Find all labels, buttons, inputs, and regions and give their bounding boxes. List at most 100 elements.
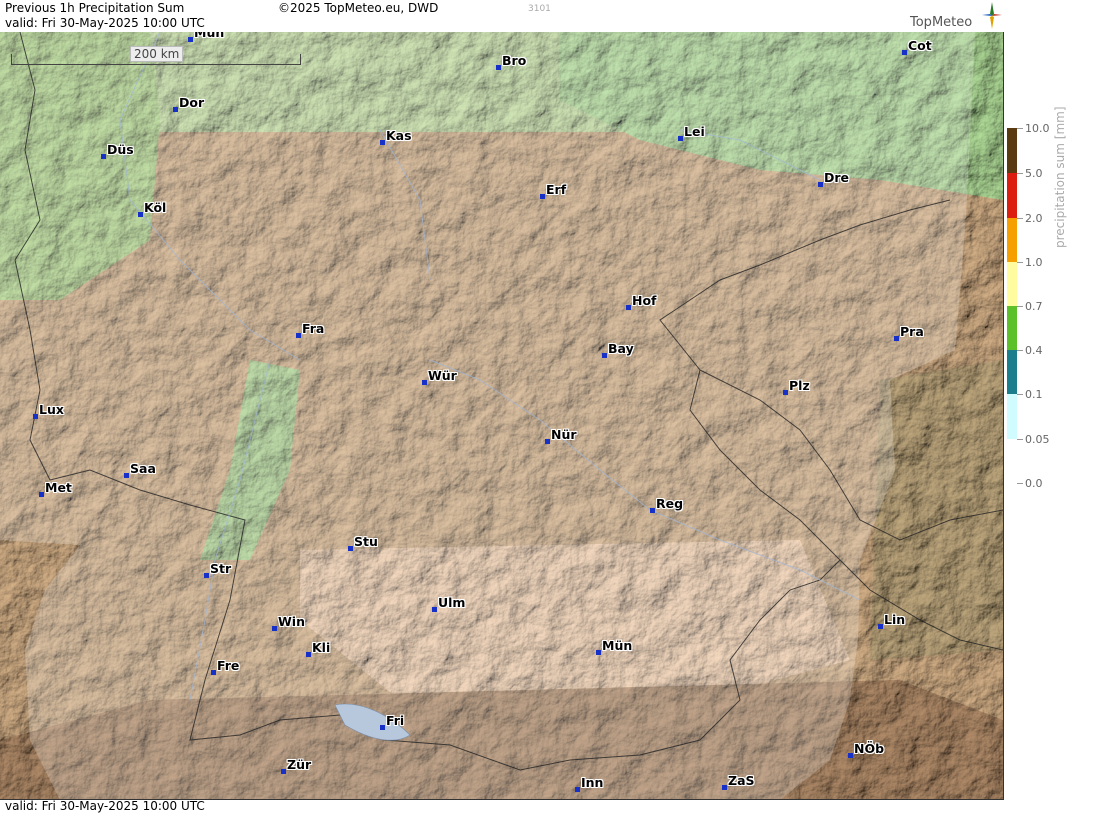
city-marker-reg — [650, 508, 655, 513]
legend-swatch-2 — [1007, 218, 1017, 262]
city-marker-mun — [596, 650, 601, 655]
city-label-erf: Erf — [546, 182, 567, 197]
valid-time: valid: Fri 30-May-2025 10:00 UTC — [5, 16, 205, 30]
legend-label-0: 10.0 — [1025, 122, 1050, 135]
city-label-stu: Stu — [354, 534, 378, 549]
city-label-nur: Nür — [551, 427, 577, 442]
city-label-kas: Kas — [386, 128, 412, 143]
legend-title: precipitation sum [mm] — [1053, 106, 1067, 248]
city-label-saa: Saa — [130, 461, 156, 476]
city-label-dor: Dor — [179, 95, 205, 110]
city-marker-lei — [678, 136, 683, 141]
city-marker-str — [204, 573, 209, 578]
legend-tick-6 — [1017, 394, 1023, 395]
brand-name: TopMeteo — [910, 15, 973, 30]
city-label-met: Met — [45, 480, 72, 495]
legend-swatch-1 — [1007, 173, 1017, 218]
city-label-lei: Lei — [684, 124, 705, 139]
city-marker-mun-top — [188, 37, 193, 42]
city-label-kol: Köl — [144, 200, 167, 215]
legend-label-2: 2.0 — [1025, 212, 1043, 225]
city-label-zas: ZaS — [728, 773, 755, 788]
map-title: Previous 1h Precipitation Sum — [5, 1, 185, 15]
city-marker-hof — [626, 305, 631, 310]
city-label-inn: Inn — [581, 775, 604, 790]
legend-label-7: 0.05 — [1025, 433, 1050, 446]
city-label-mun: Mün — [602, 638, 633, 653]
legend-label-4: 0.7 — [1025, 300, 1043, 313]
map-code: 3101 — [528, 4, 551, 14]
city-label-mun-top: Mün — [194, 32, 225, 40]
city-marker-kli — [306, 652, 311, 657]
footer-valid-time: valid: Fri 30-May-2025 10:00 UTC — [5, 799, 205, 813]
scale-label: 200 km — [130, 46, 184, 62]
legend-tick-1 — [1017, 173, 1023, 174]
legend-label-1: 5.0 — [1025, 167, 1043, 180]
relief-layer — [0, 32, 1003, 799]
city-marker-fra — [296, 333, 301, 338]
footer-bar: valid: Fri 30-May-2025 10:00 UTC — [0, 800, 1003, 814]
legend-swatch-4 — [1007, 306, 1017, 350]
legend-tick-0 — [1017, 128, 1023, 129]
city-marker-lin — [878, 624, 883, 629]
city-label-reg: Reg — [656, 496, 684, 511]
city-marker-bay — [602, 353, 607, 358]
legend-swatch-0 — [1007, 128, 1017, 173]
legend-tick-5 — [1017, 350, 1023, 351]
city-label-nob: NÖb — [854, 741, 885, 756]
city-label-fri: Fri — [386, 713, 405, 728]
city-label-ulm: Ulm — [438, 595, 466, 610]
city-marker-kol — [138, 212, 143, 217]
city-marker-inn — [575, 787, 580, 792]
city-label-plz: Plz — [789, 378, 810, 393]
city-label-win: Win — [278, 614, 305, 629]
copyright: ©2025 TopMeteo.eu, DWD — [278, 1, 439, 15]
city-marker-kas — [380, 140, 385, 145]
city-marker-cot — [902, 50, 907, 55]
legend-tick-7 — [1017, 439, 1023, 440]
city-marker-dor — [173, 107, 178, 112]
city-marker-erf — [540, 194, 545, 199]
city-marker-win — [272, 626, 277, 631]
city-marker-fre — [211, 670, 216, 675]
city-marker-dus — [101, 154, 106, 159]
city-marker-pra — [894, 336, 899, 341]
city-label-wur: Wür — [428, 368, 457, 383]
city-marker-stu — [348, 546, 353, 551]
city-marker-ulm — [432, 607, 437, 612]
city-label-hof: Hof — [632, 293, 657, 308]
city-marker-nur — [545, 439, 550, 444]
compass-logo-icon — [982, 2, 1002, 29]
city-marker-plz — [783, 390, 788, 395]
city-marker-dre — [818, 182, 823, 187]
city-label-cot: Cot — [908, 38, 932, 53]
header-bar: Previous 1h Precipitation Sum valid: Fri… — [0, 0, 1003, 32]
terrain-map[interactable]: 200 km Mün Bro Cot Dor Kas Lei Düs Dre Erf Köl Hof… — [0, 32, 1004, 800]
city-label-dre: Dre — [824, 170, 850, 185]
legend-tick-3 — [1017, 262, 1023, 263]
legend-label-3: 1.0 — [1025, 256, 1043, 269]
city-marker-wur — [422, 380, 427, 385]
city-label-bay: Bay — [608, 341, 634, 356]
city-label-fre: Fre — [217, 658, 240, 673]
legend-tick-4 — [1017, 306, 1023, 307]
legend-label-5: 0.4 — [1025, 344, 1043, 357]
city-label-kli: Kli — [312, 640, 331, 655]
legend-label-6: 0.1 — [1025, 388, 1043, 401]
city-label-fra: Fra — [302, 321, 325, 336]
city-marker-fri — [380, 725, 385, 730]
legend-tick-8 — [1017, 483, 1023, 484]
legend-tick-2 — [1017, 218, 1023, 219]
legend-swatch-5 — [1007, 350, 1017, 394]
legend-swatch-6 — [1007, 394, 1017, 439]
legend-swatch-7 — [1007, 439, 1017, 483]
city-label-zur: Zür — [287, 757, 312, 772]
legend-swatch-3 — [1007, 262, 1017, 306]
legend-label-8: 0.0 — [1025, 477, 1043, 490]
city-marker-bro — [496, 65, 501, 70]
city-marker-lux — [33, 414, 38, 419]
city-label-pra: Pra — [900, 324, 924, 339]
city-label-dus: Düs — [107, 142, 134, 157]
city-label-lin: Lin — [884, 612, 906, 627]
city-label-lux: Lux — [39, 402, 64, 417]
